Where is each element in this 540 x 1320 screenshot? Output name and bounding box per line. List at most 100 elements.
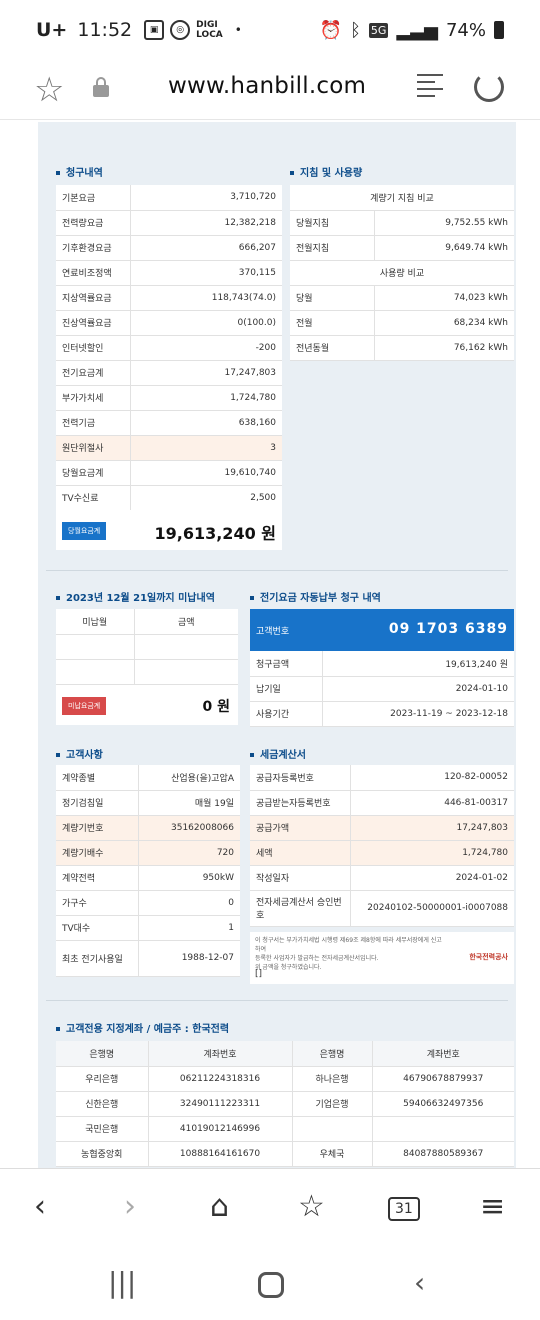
row-value: 720 — [138, 840, 240, 866]
customer-row: 계량기번호 35162008066 — [56, 815, 240, 841]
row-label: 정기검침일 — [56, 790, 139, 816]
address-bar[interactable]: www.hanbill.com — [168, 73, 366, 99]
bookmarks-icon[interactable]: ☆ — [298, 1189, 325, 1224]
account-number — [372, 1116, 514, 1142]
autopay-label: 사용기간 — [250, 701, 323, 727]
row-label: 전력기금 — [56, 410, 131, 436]
account-row: 우리은행 06211224318316 하나은행 46790678879937 — [56, 1066, 514, 1092]
tabs-icon[interactable]: 31 — [388, 1197, 420, 1221]
meter-compare-header: 계량기 지침 비교 — [290, 185, 514, 211]
customer-row: TV대수 1 — [56, 915, 240, 941]
row-value: 370,115 — [130, 260, 282, 286]
recent-apps-icon[interactable]: ||| — [108, 1266, 136, 1299]
account-number: 32490111223311 — [148, 1091, 293, 1117]
row-value: 1988-12-07 — [138, 940, 240, 977]
meter-title: 지침 및 사용량 — [290, 164, 362, 179]
row-value: 17,247,803 — [350, 815, 514, 841]
customer-row: 최초 전기사용일 1988-12-07 — [56, 940, 240, 977]
meter-value: 74,023 kWh — [374, 285, 514, 311]
customer-row: 계량기배수 720 — [56, 840, 240, 866]
autopay-value: 2023-11-19 ~ 2023-12-18 — [322, 701, 514, 727]
lock-icon[interactable] — [93, 77, 109, 97]
row-value: 3 — [130, 435, 282, 461]
unpaid-total: 0 원 — [202, 699, 231, 715]
system-navigation-bar: ||| ‹ — [0, 1244, 540, 1320]
tax-row: 전자세금계산서 승인번호 20240102-50000001-i0007088 — [250, 890, 514, 927]
billing-row: 당월요금계 19,610,740 — [56, 460, 282, 486]
autopay-value: 19,613,240 원 — [322, 651, 514, 677]
row-value: 17,247,803 — [130, 360, 282, 386]
account-number: 41019012146996 — [148, 1116, 293, 1142]
tax-note-box: 이 청구서는 부가가치세법 시행령 제69조 제8항에 따라 세무서장에게 신고… — [250, 932, 514, 984]
unpaid-total-tag: 미납요금계 — [62, 697, 107, 715]
status-bar: U+ 11:52 ▣ ◎ DIGI LOCA • ⏰ ᛒ 5G ▂▃▅ 74% — [0, 0, 540, 60]
accounts-header: 은행명 — [292, 1041, 373, 1067]
row-label: 연료비조정액 — [56, 260, 131, 286]
billing-table: 기본요금 3,710,720 전력량요금 12,382,218 기후환경요금 666,20… — [56, 185, 282, 511]
tax-title: 세금계산서 — [250, 746, 306, 761]
account-row: 농협중앙회 10888164161670 우체국 84087880589367 — [56, 1141, 514, 1167]
row-label: TV대수 — [56, 915, 139, 941]
autopay-label: 청구금액 — [250, 651, 323, 677]
row-label: 부가가치세 — [56, 385, 131, 411]
row-label: 전기요금계 — [56, 360, 131, 386]
accounts-header: 계좌번호 — [372, 1041, 514, 1067]
autopay-title: 전기요금 자동납부 청구 내역 — [250, 589, 381, 604]
row-label: 가구수 — [56, 890, 139, 916]
forward-icon[interactable]: › — [124, 1189, 136, 1224]
divider — [46, 1000, 508, 1001]
bank-name: 농협중앙회 — [56, 1141, 149, 1167]
account-number: 10888164161670 — [148, 1141, 293, 1167]
row-label: 기본요금 — [56, 185, 131, 211]
row-label: 계량기배수 — [56, 840, 139, 866]
row-label: 인터넷할인 — [56, 335, 131, 361]
tax-row: 작성일자 2024-01-02 — [250, 865, 514, 891]
reload-icon[interactable] — [474, 72, 504, 102]
billing-row: 전력량요금 12,382,218 — [56, 210, 282, 236]
bank-name: 우리은행 — [56, 1066, 149, 1092]
row-value: 0 — [138, 890, 240, 916]
divider — [46, 570, 508, 571]
row-label: 공급받는자등록번호 — [250, 790, 351, 816]
accounts-header: 은행명 — [56, 1041, 149, 1067]
menu-icon[interactable]: ≡ — [480, 1189, 505, 1224]
row-value: 118,743(74.0) — [130, 285, 282, 311]
row-label: 전자세금계산서 승인번호 — [250, 890, 351, 927]
meter-value: 76,162 kWh — [374, 335, 514, 361]
row-label: TV수신료 — [56, 485, 131, 511]
reader-mode-icon[interactable] — [417, 74, 443, 100]
app-notification-icon: ▣ — [144, 20, 165, 40]
billing-row: 기본요금 3,710,720 — [56, 185, 282, 211]
billing-row: 지상역률요금 118,743(74.0) — [56, 285, 282, 311]
unpaid-table: 미납월 금액 — [56, 609, 238, 685]
row-value: 666,207 — [130, 235, 282, 261]
billing-row: 진상역률요금 0(100.0) — [56, 310, 282, 336]
row-value: 0(100.0) — [130, 310, 282, 336]
meter-label: 전년동월 — [290, 335, 376, 361]
bookmark-star-icon[interactable]: ☆ — [34, 70, 64, 110]
tax-row: 공급받는자등록번호 446-81-00317 — [250, 790, 514, 816]
back-icon[interactable]: ‹ — [34, 1189, 46, 1224]
row-label: 공급가액 — [250, 815, 351, 841]
unpaid-col-amount: 금액 — [134, 609, 238, 635]
home-icon[interactable]: ⌂ — [210, 1189, 229, 1224]
meter-value: 9,752.55 kWh — [374, 210, 514, 236]
customer-number: 09 1703 6389 — [388, 621, 508, 637]
bank-name: 기업은행 — [292, 1091, 373, 1117]
row-label: 세액 — [250, 840, 351, 866]
billing-row: 인터넷할인 -200 — [56, 335, 282, 361]
home-button-icon[interactable] — [258, 1272, 284, 1298]
row-value: 638,160 — [130, 410, 282, 436]
row-label: 당월요금계 — [56, 460, 131, 486]
row-value: 1 — [138, 915, 240, 941]
system-back-icon[interactable]: ‹ — [414, 1266, 425, 1299]
billing-total-box: 당월요금계 19,613,240 원 — [56, 510, 282, 550]
row-value: 3,710,720 — [130, 185, 282, 211]
row-value: 2,500 — [130, 485, 282, 511]
bank-name: 신한은행 — [56, 1091, 149, 1117]
account-number: 06211224318316 — [148, 1066, 293, 1092]
battery-icon — [494, 21, 504, 39]
customer-row: 계약종별 산업용(을)고압A — [56, 765, 240, 791]
customer-row: 계약전력 950kW — [56, 865, 240, 891]
meter-label: 전월지침 — [290, 235, 376, 261]
